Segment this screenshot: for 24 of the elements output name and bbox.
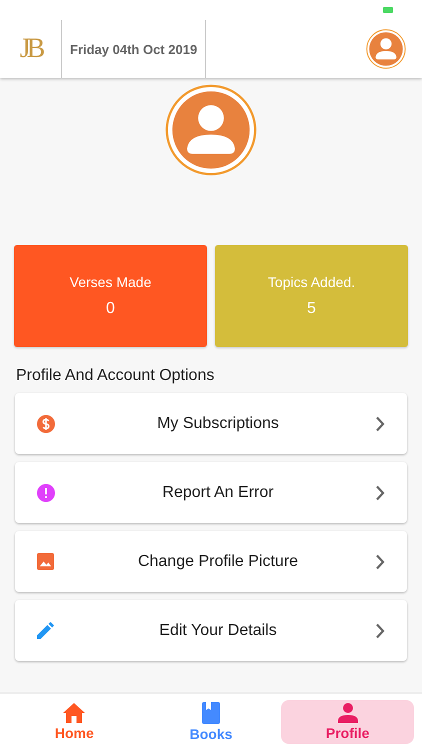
stat-label: Topics Added. [268,274,356,290]
option-button[interactable]: Edit Your Details [15,600,407,661]
option-button[interactable]: Report An Error [15,462,407,523]
logo: JB [20,33,42,65]
home-icon [63,703,86,723]
image-icon [37,553,54,570]
chevron-icon [375,554,385,570]
pencil-icon [37,622,54,639]
stat-label: Verses Made [70,274,152,290]
alert-icon [37,484,55,502]
stat-value: 0 [106,300,115,318]
person-icon [338,703,358,723]
date-label: Friday 04th Oct 2019 [70,42,198,56]
stat-value: 5 [307,300,316,318]
option-button[interactable]: My Subscriptions [15,393,407,454]
avatar-icon[interactable] [366,29,406,69]
option-button[interactable]: Change Profile Picture [15,531,407,592]
chevron-icon [375,484,385,500]
section-title: Profile And Account Options [15,366,216,386]
dollar-icon [37,414,55,432]
battery-icon [383,7,393,13]
book-icon [202,702,220,724]
chevron-icon [375,622,385,638]
chevron-icon [375,416,385,432]
